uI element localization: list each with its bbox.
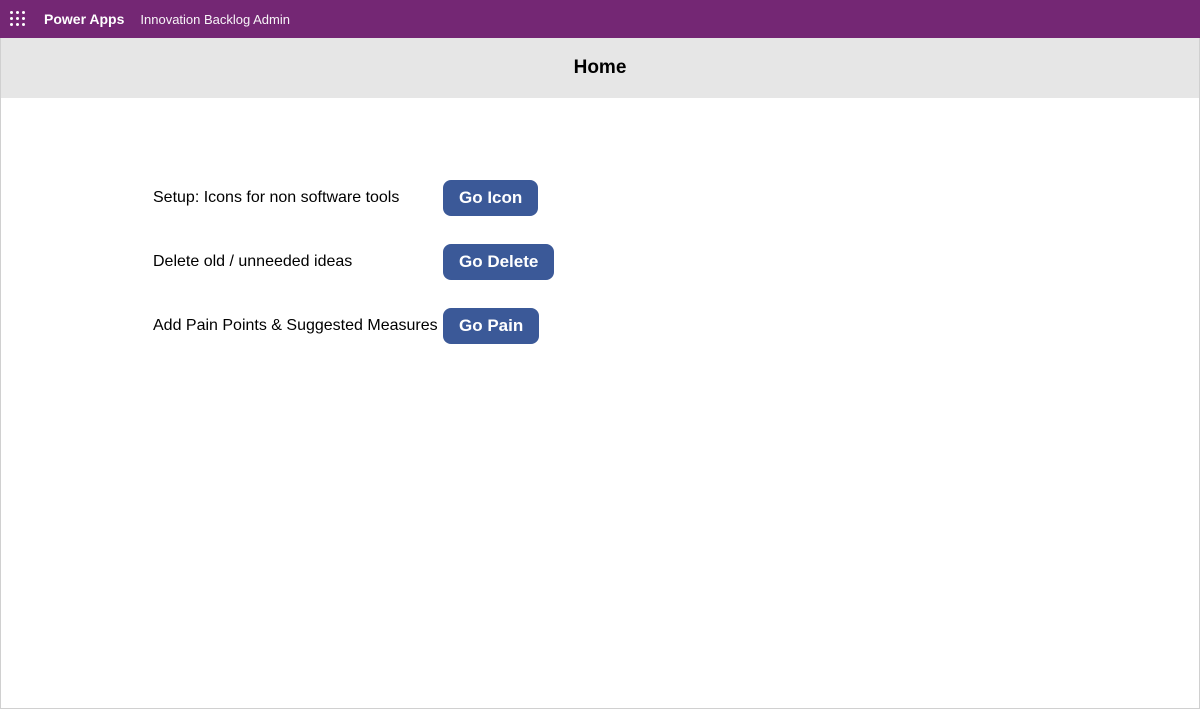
- label-pain-points: Add Pain Points & Suggested Measures: [153, 317, 443, 335]
- go-icon-button[interactable]: Go Icon: [443, 180, 538, 216]
- row-delete-ideas: Delete old / unneeded ideas Go Delete: [153, 244, 1199, 280]
- app-top-bar: Power Apps Innovation Backlog Admin: [0, 0, 1200, 38]
- page-title: Home: [574, 57, 627, 79]
- label-delete-ideas: Delete old / unneeded ideas: [153, 253, 443, 271]
- app-canvas: Home Setup: Icons for non software tools…: [0, 38, 1200, 709]
- row-pain-points: Add Pain Points & Suggested Measures Go …: [153, 308, 1199, 344]
- go-delete-button[interactable]: Go Delete: [443, 244, 554, 280]
- page-title-bar: Home: [1, 38, 1199, 98]
- brand-label[interactable]: Power Apps: [44, 11, 124, 27]
- label-setup-icons: Setup: Icons for non software tools: [153, 189, 443, 207]
- content-area: Setup: Icons for non software tools Go I…: [1, 98, 1199, 344]
- app-name-label: Innovation Backlog Admin: [140, 12, 290, 27]
- row-setup-icons: Setup: Icons for non software tools Go I…: [153, 180, 1199, 216]
- go-pain-button[interactable]: Go Pain: [443, 308, 539, 344]
- app-launcher-icon[interactable]: [10, 11, 26, 27]
